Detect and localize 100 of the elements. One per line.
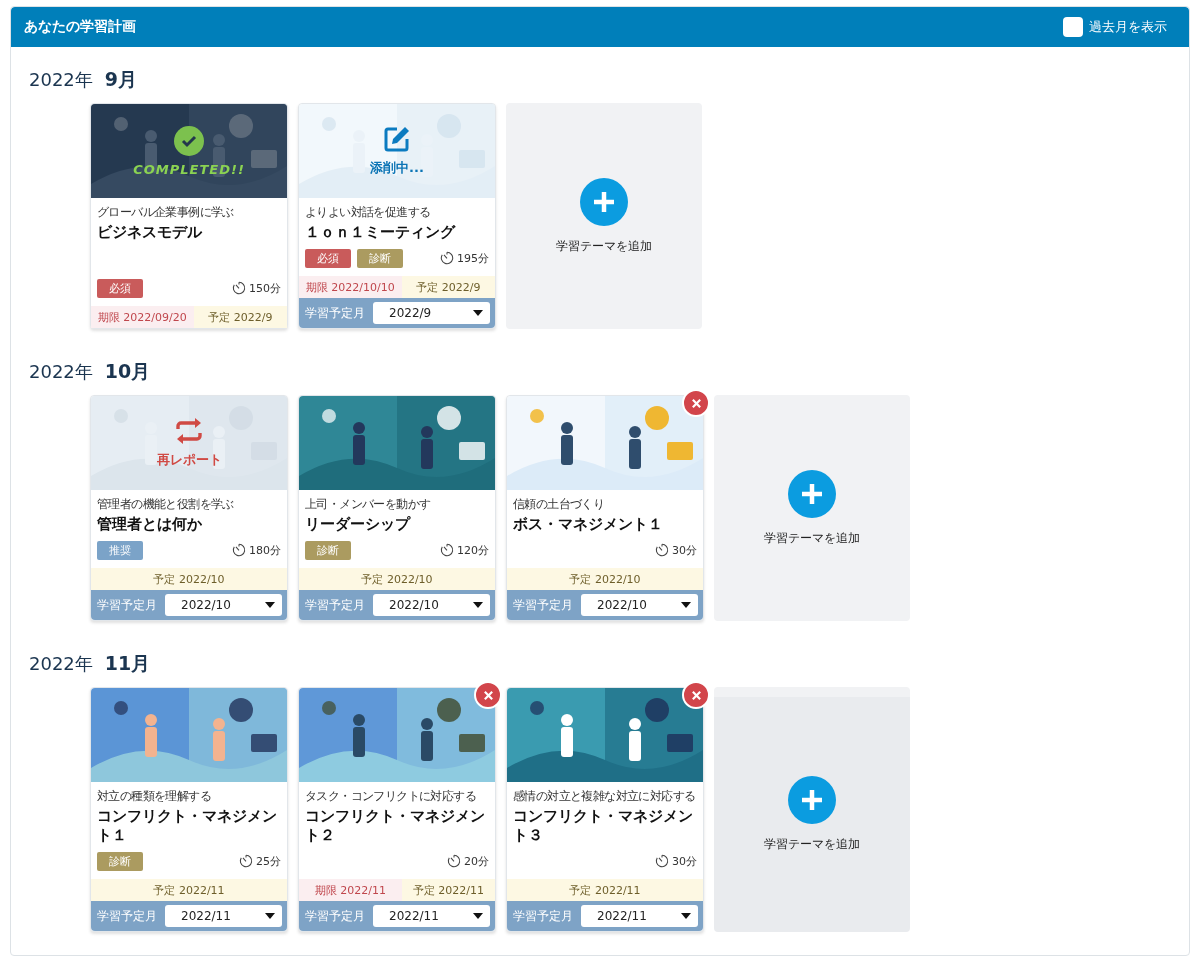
close-icon — [482, 689, 494, 701]
course-card[interactable]: COMPLETED!! グローバル企業事例に学ぶ ビジネスモデル 必須 150分 期限 2022/09/20 予定 2022/9 — [90, 103, 288, 329]
tag: 推奨 — [97, 540, 143, 560]
month-select[interactable]: 2022/11 — [165, 905, 282, 927]
month-label: 11月 — [104, 651, 151, 676]
duration-text: 25分 — [256, 853, 281, 869]
month-select[interactable]: 2022/10 — [373, 594, 490, 616]
month-label: 9月 — [104, 67, 138, 92]
course-title: ビジネスモデル — [97, 223, 203, 242]
course-card[interactable]: 上司・メンバーを動かす リーダーシップ 診断 120分 予定 2022/10 学習予定月 2022/10 — [298, 395, 496, 621]
select-label: 学習予定月 — [305, 304, 365, 322]
add-theme-button[interactable]: 学習テーマを追加 — [714, 687, 910, 932]
plus-icon — [788, 776, 836, 824]
close-icon — [690, 397, 702, 409]
select-label: 学習予定月 — [305, 596, 365, 614]
course-title: コンフリクト・マネジメント３ — [513, 807, 694, 845]
planned-label: 予定 2022/10 — [507, 568, 703, 590]
year-label: 2022年 — [29, 68, 93, 92]
duration-text: 195分 — [457, 250, 489, 266]
select-label: 学習予定月 — [97, 596, 157, 614]
month-select[interactable]: 2022/9 — [373, 302, 490, 324]
caret-icon — [681, 913, 691, 919]
duration-text: 180分 — [249, 542, 281, 558]
timer-icon — [655, 854, 669, 868]
timer-icon — [232, 543, 246, 557]
course-subtitle: 管理者の機能と役割を学ぶ — [97, 496, 235, 512]
status-label: 添削中... — [370, 159, 424, 177]
close-icon — [690, 689, 702, 701]
course-title: コンフリクト・マネジメント２ — [305, 807, 486, 845]
planned-label: 予定 2022/9 — [193, 306, 287, 328]
timer-icon — [232, 281, 246, 295]
caret-icon — [473, 310, 483, 316]
plus-icon — [580, 177, 628, 226]
course-subtitle: 上司・メンバーを動かす — [305, 496, 432, 512]
repeat-icon — [174, 417, 204, 445]
planned-label: 予定 2022/11 — [91, 879, 287, 901]
tag: 診断 — [305, 540, 351, 560]
tag: 必須 — [97, 278, 143, 298]
course-card[interactable]: タスク・コンフリクトに対応する コンフリクト・マネジメント２ 20分 期限 2022/11 予定 2022/11 学習予定月 2022/11 — [298, 687, 496, 932]
plus-icon — [788, 469, 836, 518]
caret-icon — [265, 913, 275, 919]
course-card[interactable]: 再レポート 管理者の機能と役割を学ぶ 管理者とは何か 推奨 180分 予定 2022/10 学習予定月 2022/10 — [90, 395, 288, 621]
course-card[interactable]: 感情の対立と複雑な対立に対応する コンフリクト・マネジメント３ 30分 予定 2022/11 学習予定月 2022/11 — [506, 687, 704, 932]
deadline-label: 期限 2022/09/20 — [91, 306, 194, 328]
duration-text: 30分 — [672, 542, 697, 558]
year-label: 2022年 — [29, 360, 93, 384]
duration-text: 30分 — [672, 853, 697, 869]
select-label: 学習予定月 — [305, 907, 365, 925]
course-card[interactable]: 添削中... よりよい対話を促進する １ｏｎ１ミーティング 必須 診断 195分 期限 2022/10/10 予定 2022/9 学習予定月 2022/9 — [298, 103, 496, 329]
month-select[interactable]: 2022/11 — [581, 905, 698, 927]
select-label: 学習予定月 — [513, 596, 573, 614]
panel-title: あなたの学習計画 — [24, 18, 136, 36]
course-subtitle: タスク・コンフリクトに対応する — [305, 788, 477, 804]
tag: 必須 — [305, 248, 351, 268]
check-icon — [174, 125, 204, 156]
tag: 診断 — [97, 851, 143, 871]
remove-button[interactable] — [474, 681, 502, 709]
timer-icon — [239, 854, 253, 868]
month-select[interactable]: 2022/10 — [165, 594, 282, 616]
course-title: コンフリクト・マネジメント１ — [97, 807, 278, 845]
select-label: 学習予定月 — [97, 907, 157, 925]
caret-icon — [473, 602, 483, 608]
remove-button[interactable] — [682, 681, 710, 709]
year-label: 2022年 — [29, 652, 93, 676]
course-subtitle: 信頼の土台づくり — [513, 496, 606, 512]
timer-icon — [440, 543, 454, 557]
status-label: COMPLETED!! — [133, 161, 245, 177]
course-card[interactable]: 対立の種類を理解する コンフリクト・マネジメント１ 診断 25分 予定 2022/11 学習予定月 2022/11 — [90, 687, 288, 932]
add-theme-button[interactable]: 学習テーマを追加 — [506, 103, 702, 329]
planned-label: 予定 2022/10 — [91, 568, 287, 590]
select-label: 学習予定月 — [513, 907, 573, 925]
edit-icon — [383, 125, 411, 153]
status-label: 再レポート — [156, 451, 222, 469]
checkbox[interactable] — [1063, 17, 1083, 37]
timer-icon — [655, 543, 669, 557]
planned-label: 予定 2022/10 — [299, 568, 495, 590]
deadline-label: 期限 2022/10/10 — [299, 276, 402, 298]
course-title: １ｏｎ１ミーティング — [305, 223, 457, 242]
course-title: 管理者とは何か — [97, 515, 203, 534]
course-subtitle: グローバル企業事例に学ぶ — [97, 204, 235, 220]
tag: 診断 — [357, 248, 403, 268]
month-label: 10月 — [104, 359, 151, 384]
course-title: リーダーシップ — [305, 515, 412, 534]
course-subtitle: 感情の対立と複雑な対立に対応する — [513, 788, 697, 804]
add-theme-button[interactable]: 学習テーマを追加 — [714, 395, 910, 621]
checkbox-label: 過去月を表示 — [1089, 18, 1167, 36]
caret-icon — [265, 602, 275, 608]
course-subtitle: 対立の種類を理解する — [97, 788, 212, 804]
duration-text: 20分 — [464, 853, 489, 869]
remove-button[interactable] — [682, 389, 710, 417]
month-select[interactable]: 2022/11 — [373, 905, 490, 927]
deadline-label: 期限 2022/11 — [299, 879, 402, 901]
planned-label: 予定 2022/9 — [401, 276, 495, 298]
timer-icon — [440, 251, 454, 265]
planned-label: 予定 2022/11 — [401, 879, 495, 901]
duration-text: 150分 — [249, 280, 281, 296]
month-select[interactable]: 2022/10 — [581, 594, 698, 616]
planned-label: 予定 2022/11 — [507, 879, 703, 901]
caret-icon — [473, 913, 483, 919]
course-card[interactable]: 信頼の土台づくり ボス・マネジメント１ 30分 予定 2022/10 学習予定月 2022/10 — [506, 395, 704, 621]
